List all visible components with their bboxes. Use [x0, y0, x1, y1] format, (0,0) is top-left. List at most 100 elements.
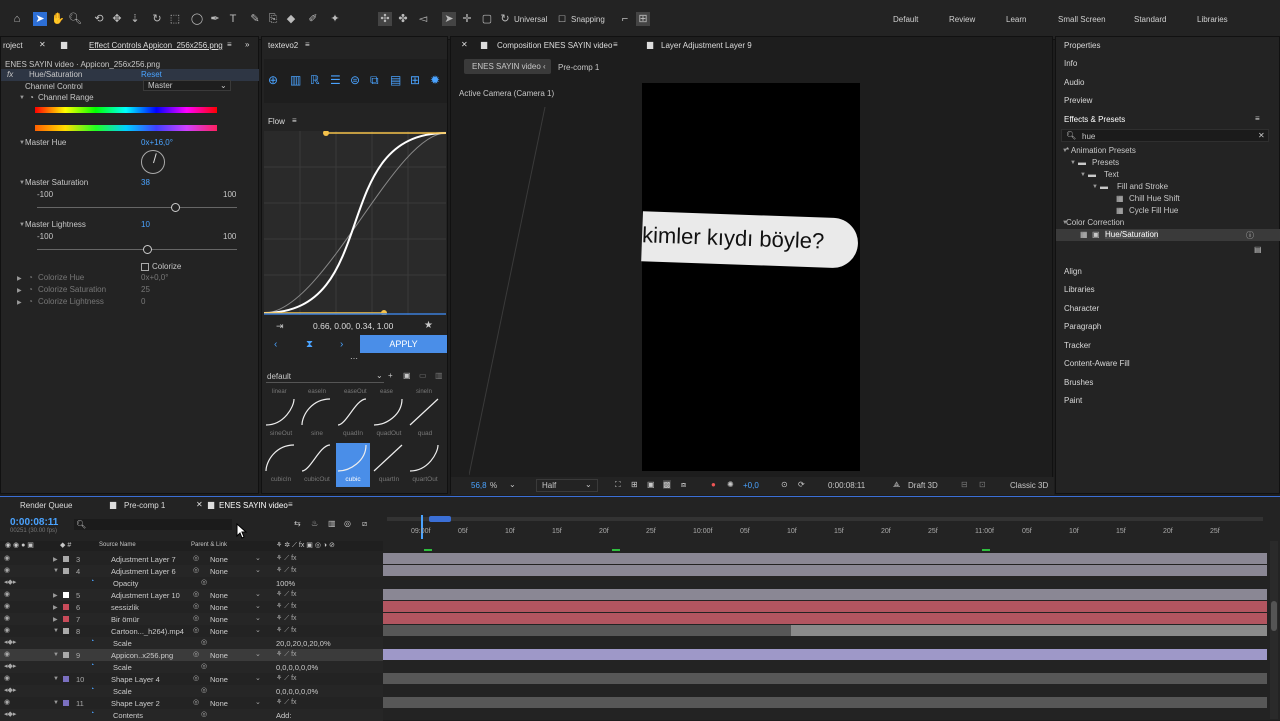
chevron-down-icon[interactable]: ▼ [19, 95, 25, 101]
hue-dial[interactable] [141, 150, 165, 174]
visibility-icon[interactable]: ◉ [4, 650, 10, 658]
property-track[interactable] [383, 637, 1267, 648]
saturation-slider-track[interactable] [37, 207, 237, 208]
table-row[interactable]: ◉ ▼ 10 Shape Layer 4 ◎ None ⌄ ⚘ ⟋ fx [0, 673, 383, 685]
curve-preset-sineOut[interactable]: sineOut [264, 397, 298, 441]
breadcrumb-precomp[interactable]: Pre-comp 1 [558, 63, 599, 72]
visibility-icon[interactable]: ◂◆▸ [4, 710, 16, 718]
pen-tool-icon[interactable]: ✒ [208, 12, 222, 26]
prev-icon[interactable]: ‹ [274, 339, 277, 350]
curve-preset-cubicOut[interactable]: cubicOut [300, 443, 334, 487]
layer-bar[interactable] [383, 601, 1267, 612]
layer-name[interactable]: Adjustment Layer 7 [111, 555, 176, 564]
fx-icon[interactable]: fx [7, 70, 13, 79]
layer-icon[interactable]: ▆ [647, 40, 653, 49]
hue-range-bar-top[interactable] [35, 107, 217, 113]
character-panel[interactable]: Character [1064, 304, 1099, 313]
label-color-swatch[interactable] [63, 604, 69, 610]
audio-panel[interactable]: Audio [1064, 78, 1084, 87]
import-icon[interactable]: ⇥ [276, 321, 284, 332]
curve-preset-label[interactable]: easeOut [344, 389, 367, 395]
tree-fill-and-stroke[interactable]: Fill and Stroke [1117, 182, 1168, 191]
save-preset-icon[interactable]: ▣ [403, 371, 411, 380]
layer-bar[interactable] [383, 697, 1267, 708]
pickwhip-icon[interactable]: ◎ [193, 626, 199, 634]
chevron-icon[interactable]: ▶ [53, 616, 58, 623]
pickwhip-icon[interactable]: ◎ [201, 578, 207, 586]
pickwhip-icon[interactable]: ◎ [193, 698, 199, 706]
saturation-slider-thumb[interactable] [170, 203, 180, 212]
dolly-tool-icon[interactable]: ⇣ [128, 12, 142, 26]
chevron-down-icon[interactable]: ⌄ [255, 674, 261, 682]
orbit-tool-icon[interactable]: ⟲ [92, 12, 106, 26]
panel-menu-icon[interactable]: ≡ [613, 40, 618, 49]
frame-blend-icon[interactable]: ▥ [328, 519, 336, 528]
colorize-checkbox[interactable] [141, 263, 149, 271]
content-aware-fill-panel[interactable]: Content-Aware Fill [1064, 359, 1130, 368]
visibility-icon[interactable]: ◉ [4, 614, 10, 622]
stopwatch-icon[interactable]: ◔ [28, 297, 33, 306]
tree-text[interactable]: Text [1104, 170, 1119, 179]
comp-canvas[interactable]: kimler kıydı böyle? [641, 83, 860, 471]
layer-name[interactable]: sessizlik [111, 603, 139, 612]
snap-anchor-icon[interactable]: ✤ [396, 12, 410, 26]
layer-switches-icon[interactable]: ⚘ ⟋ fx [276, 614, 297, 623]
tree-animation-presets[interactable]: * Animation Presets [1066, 146, 1136, 155]
source-name-header[interactable]: Source Name [99, 542, 136, 548]
breadcrumb-comp[interactable]: ENES SAYIN video [464, 59, 551, 74]
pan-tool-icon[interactable]: ✥ [110, 12, 124, 26]
pickwhip-icon[interactable]: ◎ [193, 590, 199, 598]
chevron-down-icon[interactable]: ⌄ [255, 602, 261, 610]
layer-tab[interactable]: Layer Adjustment Layer 9 [661, 41, 752, 50]
curve-preset-quad[interactable]: quad [408, 397, 442, 441]
color-channels-icon[interactable]: ● [711, 480, 716, 489]
draft3d-label[interactable]: Draft 3D [908, 481, 938, 490]
chevron-down-icon[interactable]: ⌄ [255, 626, 261, 634]
parent-value[interactable]: None [210, 615, 228, 624]
snapping-checkbox[interactable]: ☐ [555, 12, 569, 26]
parent-value[interactable]: None [210, 603, 228, 612]
visibility-icon[interactable]: ◉ [4, 566, 10, 574]
layer-name[interactable]: Shape Layer 4 [111, 675, 160, 684]
close-icon[interactable]: ✕ [196, 500, 203, 509]
clear-search-icon[interactable]: ✕ [1258, 131, 1265, 140]
zoom-value[interactable]: 56,8 [471, 481, 487, 490]
move-icon[interactable]: ✛ [460, 12, 474, 26]
shy-icon[interactable]: ♨ [311, 519, 318, 528]
timeline-scrollbar[interactable] [1270, 541, 1278, 719]
layer-switches-icon[interactable]: ⚘ ⟋ fx [276, 674, 297, 683]
master-hue-value[interactable]: 0x+16,0° [141, 138, 173, 147]
puppet-tool-icon[interactable]: ✦ [328, 12, 342, 26]
curve-preset-quartOut[interactable]: quartOut [408, 443, 442, 487]
stopwatch-icon[interactable]: ◔ [28, 285, 33, 294]
label-color-swatch[interactable] [63, 556, 69, 562]
lock-icon[interactable]: ▆ [61, 40, 67, 49]
grid-icon[interactable]: ⊞ [410, 73, 420, 87]
parent-value[interactable]: None [210, 699, 228, 708]
tree-chill-hue-shift[interactable]: Chill Hue Shift [1129, 194, 1180, 203]
workspace-small-screen[interactable]: Small Screen [1058, 15, 1106, 24]
pickwhip-icon[interactable]: ◎ [193, 602, 199, 610]
next-icon[interactable]: › [340, 339, 343, 350]
settings-icon[interactable]: ✹ [430, 73, 440, 87]
curve-preset-label[interactable]: ease [380, 389, 393, 395]
snapshot-icon[interactable]: ⊙ [781, 480, 788, 489]
exposure-icon[interactable]: ✺ [727, 480, 734, 489]
curve-preset-quartIn[interactable]: quartIn [372, 443, 406, 487]
more-icon[interactable]: ⋯ [350, 354, 358, 363]
property-row[interactable]: ◂◆▸ ◔ Scale ◎ 0,0,0,0,0,0% [0, 685, 383, 697]
marker[interactable] [982, 549, 990, 551]
tree-hue-saturation[interactable]: Hue/Saturation [1105, 230, 1159, 239]
chevron-right-icon[interactable]: ▶ [17, 287, 22, 294]
marker[interactable] [424, 549, 432, 551]
delete-icon[interactable]: ▥ [435, 371, 443, 380]
add-preset-icon[interactable]: + [388, 371, 393, 380]
layer-switches-icon[interactable]: ⚘ ⟋ fx [276, 650, 297, 659]
table-row[interactable]: ◉ ▶ 6 sessizlik ◎ None ⌄ ⚘ ⟋ fx [0, 601, 383, 613]
graph-editor-icon[interactable]: ⧄ [362, 519, 367, 529]
hand-tool-icon[interactable]: ✋ [51, 12, 65, 26]
text-icon[interactable]: ℝ [310, 73, 320, 87]
tree-color-correction[interactable]: Color Correction [1066, 218, 1124, 227]
motion-blur-icon[interactable]: ◎ [344, 519, 351, 528]
property-track[interactable] [383, 685, 1267, 696]
